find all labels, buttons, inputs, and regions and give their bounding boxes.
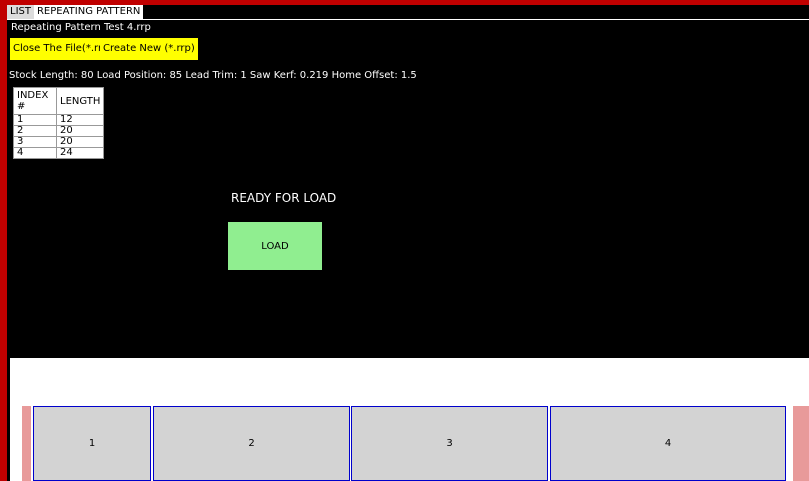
piece-label: 4	[664, 438, 672, 449]
piece-1[interactable]: 1	[33, 406, 151, 481]
piece-label: 3	[446, 438, 453, 449]
stock-left-trim	[22, 406, 31, 481]
column-header-length: LENGTH	[55, 87, 105, 115]
load-button-label: LOAD	[261, 240, 289, 252]
cell-index: 2	[13, 125, 57, 137]
table-row[interactable]: 2 20	[13, 125, 105, 137]
cut-list-table: INDEX # LENGTH 1 12 2 20 3 20 4 24	[13, 87, 105, 159]
cell-index: 3	[13, 136, 57, 148]
tab-divider	[7, 19, 809, 20]
tab-list[interactable]: LIST	[7, 5, 34, 19]
cell-index: 4	[13, 147, 57, 159]
create-new-button[interactable]: Create New (*.rrp)	[100, 38, 198, 60]
cell-length: 20	[55, 125, 105, 137]
table-row[interactable]: 3 20	[13, 136, 105, 148]
tab-repeating-pattern[interactable]: REPEATING PATTERN	[33, 5, 144, 19]
table-header-row: INDEX # LENGTH	[13, 87, 105, 115]
tab-bar: LIST REPEATING PATTERN	[7, 5, 144, 19]
stock-visual-panel: 1 2 3 4	[10, 358, 809, 481]
piece-2[interactable]: 2	[153, 406, 350, 481]
cell-length: 20	[55, 136, 105, 148]
table-row[interactable]: 1 12	[13, 114, 105, 126]
table-row[interactable]: 4 24	[13, 147, 105, 159]
cell-length: 12	[55, 114, 105, 126]
main-frame: LIST REPEATING PATTERN Repeating Pattern…	[7, 5, 809, 481]
parameters-line: Stock Length: 80 Load Position: 85 Lead …	[9, 70, 417, 81]
cell-length: 24	[55, 147, 105, 159]
column-header-index: INDEX #	[13, 87, 57, 115]
load-button[interactable]: LOAD	[228, 222, 322, 270]
piece-4[interactable]: 4	[550, 406, 786, 481]
piece-label: 2	[248, 438, 255, 449]
status-text: READY FOR LOAD	[231, 191, 337, 205]
file-name-label: Repeating Pattern Test 4.rrp	[11, 22, 151, 33]
cell-index: 1	[13, 114, 57, 126]
piece-3[interactable]: 3	[351, 406, 548, 481]
stock-right-remnant	[793, 406, 809, 481]
piece-label: 1	[88, 438, 96, 449]
